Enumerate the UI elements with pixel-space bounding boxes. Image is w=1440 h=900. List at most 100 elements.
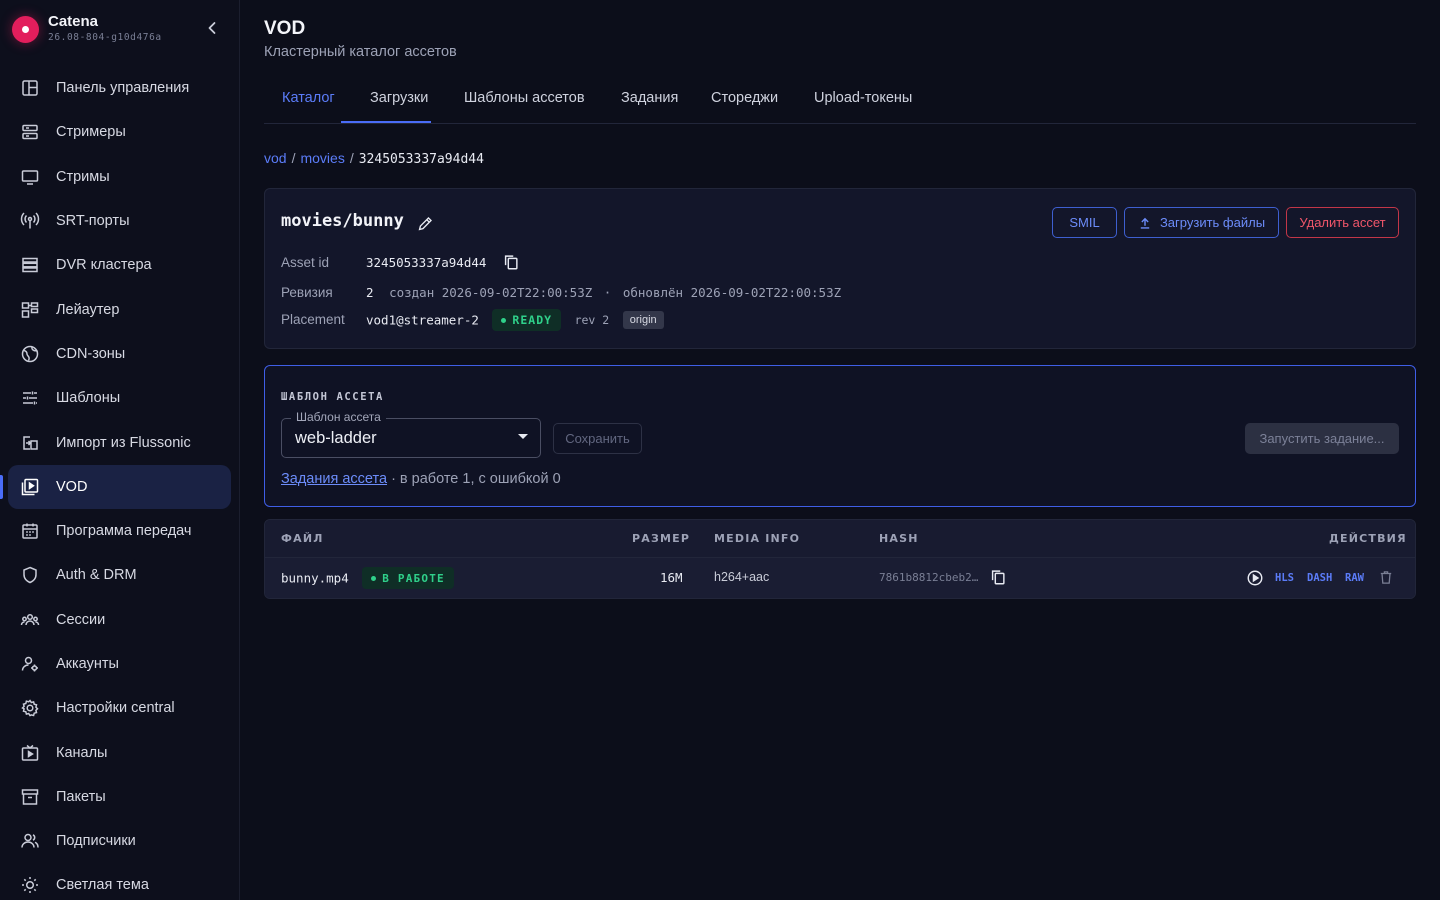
import-icon — [20, 433, 40, 453]
copy-icon[interactable] — [989, 568, 1007, 586]
tab-storages[interactable]: Стореджи — [711, 90, 778, 106]
status-badge: READY — [492, 309, 562, 331]
tab-uploads[interactable]: Загрузки — [370, 90, 428, 106]
column-header-media-info: MEDIA INFO — [714, 532, 801, 545]
sidebar-item-label: Пакеты — [56, 788, 106, 805]
sidebar-item-packages[interactable]: Пакеты — [8, 775, 231, 819]
sidebar-item-auth-drm[interactable]: Auth & DRM — [8, 553, 231, 597]
sidebar-item-label: Лейаутер — [56, 301, 120, 318]
revision-row: 2 создан 2026-09-02T22:00:53Z · обновлён… — [366, 285, 841, 300]
sidebar-item-channels[interactable]: Каналы — [8, 730, 231, 774]
sidebar-item-label: Подписчики — [56, 833, 136, 850]
sidebar: Catena 26.08-804-g10d476a Панель управле… — [0, 0, 240, 900]
origin-badge: origin — [622, 311, 664, 329]
sidebar-item-label: Аккаунты — [56, 656, 119, 672]
section-title: ШАБЛОН АССЕТА — [281, 391, 384, 403]
storage-icon — [20, 255, 40, 275]
table-row: bunny.mp4 В РАБОТЕ 16M h264+aac 7861b881… — [265, 558, 1415, 598]
status-badge: В РАБОТЕ — [362, 567, 454, 589]
sidebar-item-layouter[interactable]: Лейаутер — [8, 287, 231, 331]
sidebar-item-vod[interactable]: VOD — [0, 464, 231, 509]
upload-icon — [1140, 217, 1150, 229]
created-value: 2026-09-02T22:00:53Z — [441, 285, 593, 300]
tab-bar: Каталог Загрузки Шаблоны ассетов Задания… — [264, 76, 1416, 124]
layout-icon — [20, 300, 40, 320]
sessions-icon — [20, 610, 40, 630]
sidebar-item-templates[interactable]: Шаблоны — [8, 376, 231, 420]
server-icon — [20, 122, 40, 142]
pencil-icon[interactable] — [417, 215, 434, 232]
dashboard-icon — [20, 78, 40, 98]
sidebar-item-label: Настройки central — [56, 700, 175, 717]
chevron-left-icon — [208, 22, 216, 34]
upload-files-button[interactable]: Загрузить файлы — [1124, 207, 1279, 238]
sidebar-item-label: Сессии — [56, 611, 106, 628]
gear-icon — [20, 698, 40, 718]
placement-label: Placement — [281, 312, 345, 327]
asset-id-label: Asset id — [281, 255, 330, 270]
sidebar-item-accounts[interactable]: Аккаунты — [8, 642, 231, 686]
archive-icon — [20, 787, 40, 807]
sidebar-item-streamers[interactable]: Стримеры — [8, 110, 231, 154]
sidebar-item-flussonic-import[interactable]: Импорт из Flussonic — [8, 420, 231, 464]
collapse-sidebar-button[interactable] — [202, 18, 222, 38]
sidebar-item-label: Программа передач — [56, 523, 192, 540]
delete-asset-button[interactable]: Удалить ассет — [1286, 207, 1399, 238]
updated-value: 2026-09-02T22:00:53Z — [690, 285, 842, 300]
placement-rev: rev 2 — [574, 313, 610, 327]
caret-down-icon — [518, 434, 528, 439]
sun-icon — [20, 875, 40, 895]
smil-button[interactable]: SMIL — [1052, 207, 1117, 238]
breadcrumb-folder-link[interactable]: movies — [300, 150, 344, 166]
sidebar-item-label: Стримеры — [56, 124, 126, 141]
raw-link[interactable]: RAW — [1345, 572, 1364, 584]
breadcrumb-root-link[interactable]: vod — [264, 150, 287, 166]
save-button[interactable]: Сохранить — [553, 423, 642, 454]
brand-logo-icon — [12, 16, 39, 43]
sidebar-item-central-settings[interactable]: Настройки central — [8, 686, 231, 730]
status-dot — [501, 317, 507, 323]
sidebar-item-cdn-zones[interactable]: CDN-зоны — [8, 332, 231, 376]
sidebar-item-dvr[interactable]: DVR кластера — [8, 243, 231, 287]
sidebar-item-srt-ports[interactable]: SRT-порты — [8, 199, 231, 243]
breadcrumb: vod / movies/3245053337a94d44 — [264, 150, 484, 167]
brand-version: 26.08-804-g10d476a — [48, 32, 162, 43]
breadcrumb-current: 3245053337a94d44 — [358, 152, 484, 167]
tab-catalog[interactable]: Каталог — [282, 90, 335, 106]
sidebar-item-dashboard[interactable]: Панель управления — [8, 66, 231, 110]
antenna-icon — [20, 211, 40, 231]
sliders-icon — [20, 388, 40, 408]
play-icon[interactable] — [1246, 569, 1264, 587]
run-job-button[interactable]: Запустить задание... — [1245, 423, 1399, 454]
sidebar-item-label: Auth & DRM — [56, 567, 137, 584]
jobs-summary-text: · в работе 1, с ошибкой 0 — [391, 471, 561, 487]
sidebar-item-label: CDN-зоны — [56, 345, 126, 362]
asset-jobs-link[interactable]: Задания ассета — [281, 471, 387, 487]
sidebar-item-light-theme[interactable]: Светлая тема — [8, 863, 231, 900]
sidebar-item-epg[interactable]: Программа передач — [8, 509, 231, 553]
trash-icon[interactable] — [1378, 569, 1394, 586]
hls-link[interactable]: HLS — [1275, 572, 1294, 584]
sidebar-item-label: Шаблоны — [56, 390, 121, 407]
sidebar-item-sessions[interactable]: Сессии — [8, 598, 231, 642]
tab-jobs[interactable]: Задания — [621, 90, 678, 106]
sidebar-item-label: VOD — [56, 478, 88, 495]
revision-label: Ревизия — [281, 285, 333, 300]
tab-asset-templates[interactable]: Шаблоны ассетов — [464, 90, 585, 106]
status-badge-label: READY — [512, 313, 553, 327]
updated-label: обновлён — [622, 285, 684, 300]
sidebar-item-subscribers[interactable]: Подписчики — [8, 819, 231, 863]
copy-icon[interactable] — [502, 253, 520, 271]
sidebar-nav: Панель управления Стримеры Стримы SRT-по… — [0, 66, 231, 900]
page-title: VOD — [264, 18, 306, 39]
upload-files-label: Загрузить файлы — [1159, 215, 1266, 230]
asset-template-select[interactable]: Шаблон ассета web-ladder — [281, 410, 541, 458]
sidebar-item-streams[interactable]: Стримы — [8, 155, 231, 199]
tab-upload-tokens[interactable]: Upload-токены — [814, 90, 912, 106]
asset-template-card: ШАБЛОН АССЕТА Шаблон ассета web-ladder С… — [264, 365, 1416, 507]
sidebar-item-label: SRT-порты — [56, 213, 130, 230]
page-subtitle: Кластерный каталог ассетов — [264, 44, 457, 60]
column-header-actions: ДЕЙСТВИЯ — [1329, 532, 1407, 545]
column-header-hash: HASH — [879, 532, 919, 545]
dash-link[interactable]: DASH — [1307, 572, 1332, 584]
